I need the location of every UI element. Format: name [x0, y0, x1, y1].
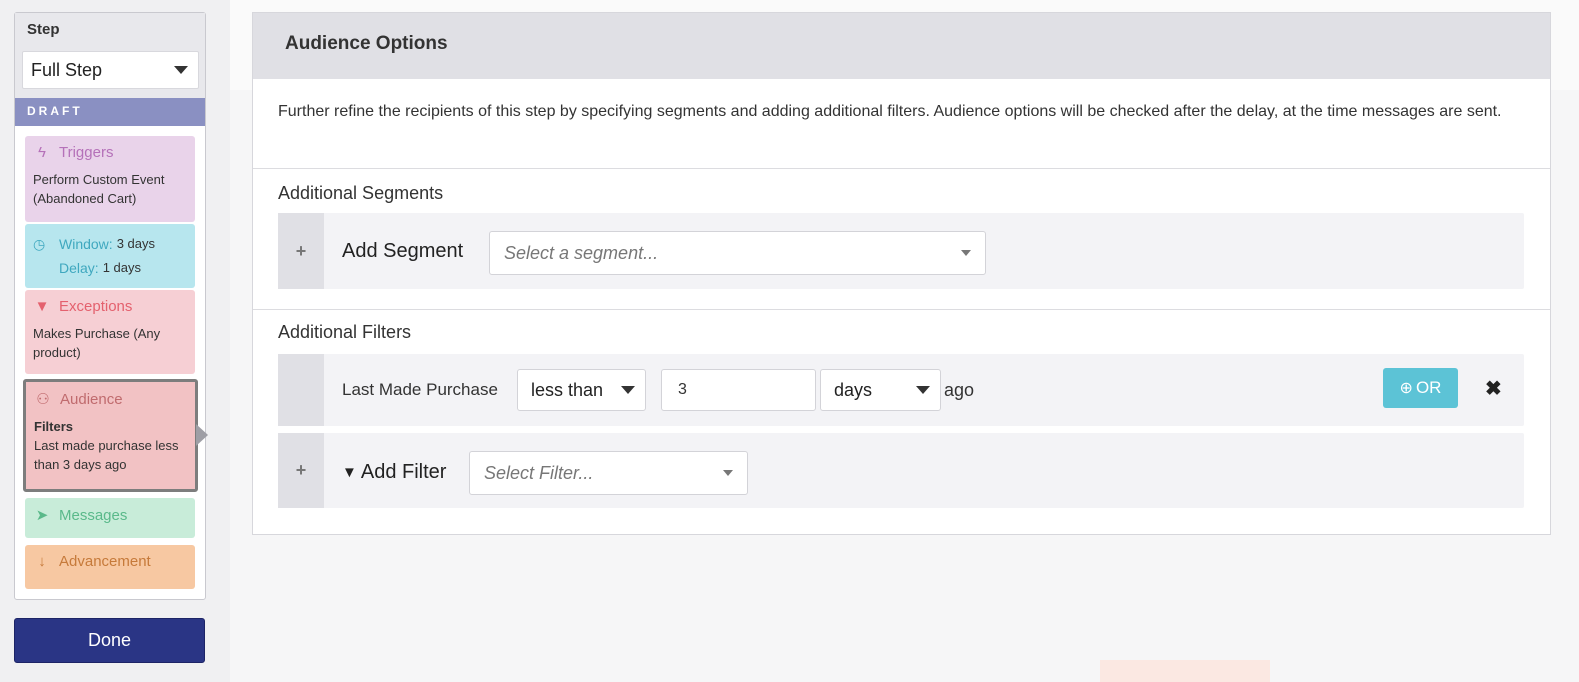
filter-select[interactable]: Select Filter...	[469, 451, 748, 495]
users-icon: ⚇	[36, 391, 50, 408]
or-button[interactable]: ⊕ OR	[1383, 368, 1458, 408]
step-type-select[interactable]: Full Step	[22, 51, 199, 89]
additional-filters-heading: Additional Filters	[278, 322, 412, 342]
close-icon[interactable]: ✖	[1485, 376, 1502, 401]
filter-name: Last Made Purchase	[342, 380, 498, 399]
advancement-label: Advancement	[59, 553, 151, 570]
audience-options-panel: Audience Options Further refine the reci…	[252, 12, 1551, 535]
filter-value-input[interactable]: 3	[661, 369, 816, 411]
caret-down-icon	[174, 66, 188, 74]
comparator-value: less than	[531, 379, 604, 400]
audience-label: Audience	[60, 390, 123, 408]
window-label: Window:	[59, 236, 113, 252]
step-card-audience[interactable]: ⚇ Audience Filters Last made purchase le…	[23, 379, 198, 492]
caret-down-icon	[621, 386, 635, 394]
draft-status-bar: DRAFT	[15, 98, 205, 126]
funnel-icon: ▼	[34, 298, 50, 315]
segment-select-placeholder: Select a segment...	[504, 242, 659, 263]
audience-text: Last made purchase less than 3 days ago	[34, 438, 179, 472]
add-segment-row: + Add Segment Select a segment...	[278, 213, 1524, 289]
background-strip	[1100, 660, 1270, 682]
done-button[interactable]: Done	[14, 618, 205, 663]
step-panel: Step Full Step DRAFT ϟ Triggers Perform …	[14, 12, 206, 600]
comparator-select[interactable]: less than	[517, 369, 646, 411]
funnel-icon: ▼	[342, 464, 357, 481]
plus-icon[interactable]: +	[278, 213, 324, 289]
bolt-icon: ϟ	[38, 144, 46, 161]
triggers-text: Perform Custom Event (Abandoned Cart)	[33, 172, 165, 206]
panel-description: Further refine the recipients of this st…	[253, 79, 1550, 169]
delay-value: 1 days	[102, 260, 141, 275]
segment-select[interactable]: Select a segment...	[489, 231, 986, 275]
panel-header: Audience Options	[253, 13, 1550, 79]
filter-suffix: ago	[944, 380, 975, 400]
drag-handle[interactable]	[278, 354, 324, 426]
exceptions-text: Makes Purchase (Any product)	[33, 326, 161, 360]
arrow-down-icon: ↓	[38, 553, 46, 570]
plus-circle-icon: ⊕	[1399, 380, 1413, 397]
chevron-down-icon	[961, 250, 971, 256]
step-title: Step	[27, 21, 60, 38]
step-header: Step Full Step	[15, 13, 205, 98]
step-card-exceptions[interactable]: ▼ Exceptions Makes Purchase (Any product…	[25, 290, 195, 374]
additional-segments-heading: Additional Segments	[278, 183, 444, 203]
add-segment-label: Add Segment	[342, 240, 464, 262]
add-filter-label: Add Filter	[360, 461, 447, 483]
messages-label: Messages	[59, 506, 128, 524]
step-card-messages[interactable]: ➤ Messages	[25, 498, 195, 538]
or-label: OR	[1415, 378, 1442, 397]
step-card-triggers[interactable]: ϟ Triggers Perform Custom Event (Abandon…	[25, 136, 195, 222]
step-type-value: Full Step	[31, 59, 103, 80]
add-filter-row: + ▼ Add Filter Select Filter...	[278, 433, 1524, 508]
step-card-window[interactable]: ◷ Window: 3 days Delay: 1 days	[25, 224, 195, 288]
plus-icon[interactable]: +	[278, 433, 324, 508]
panel-title: Audience Options	[285, 33, 448, 54]
delay-label: Delay:	[59, 260, 99, 276]
filter-row: Last Made Purchase less than 3 days ago …	[278, 354, 1524, 426]
exceptions-label: Exceptions	[59, 298, 133, 315]
step-card-advancement[interactable]: ↓ Advancement	[25, 545, 195, 589]
section-divider	[253, 309, 1550, 310]
chevron-down-icon	[723, 470, 733, 476]
unit-select[interactable]: days	[820, 369, 941, 411]
paper-plane-icon: ➤	[35, 507, 49, 524]
audience-subhead: Filters	[34, 419, 74, 434]
triggers-label: Triggers	[59, 144, 114, 161]
unit-value: days	[834, 379, 873, 400]
filter-select-placeholder: Select Filter...	[484, 462, 594, 483]
clock-icon: ◷	[33, 236, 46, 252]
selected-card-pointer	[196, 424, 208, 446]
caret-down-icon	[916, 386, 930, 394]
window-value: 3 days	[116, 236, 155, 251]
